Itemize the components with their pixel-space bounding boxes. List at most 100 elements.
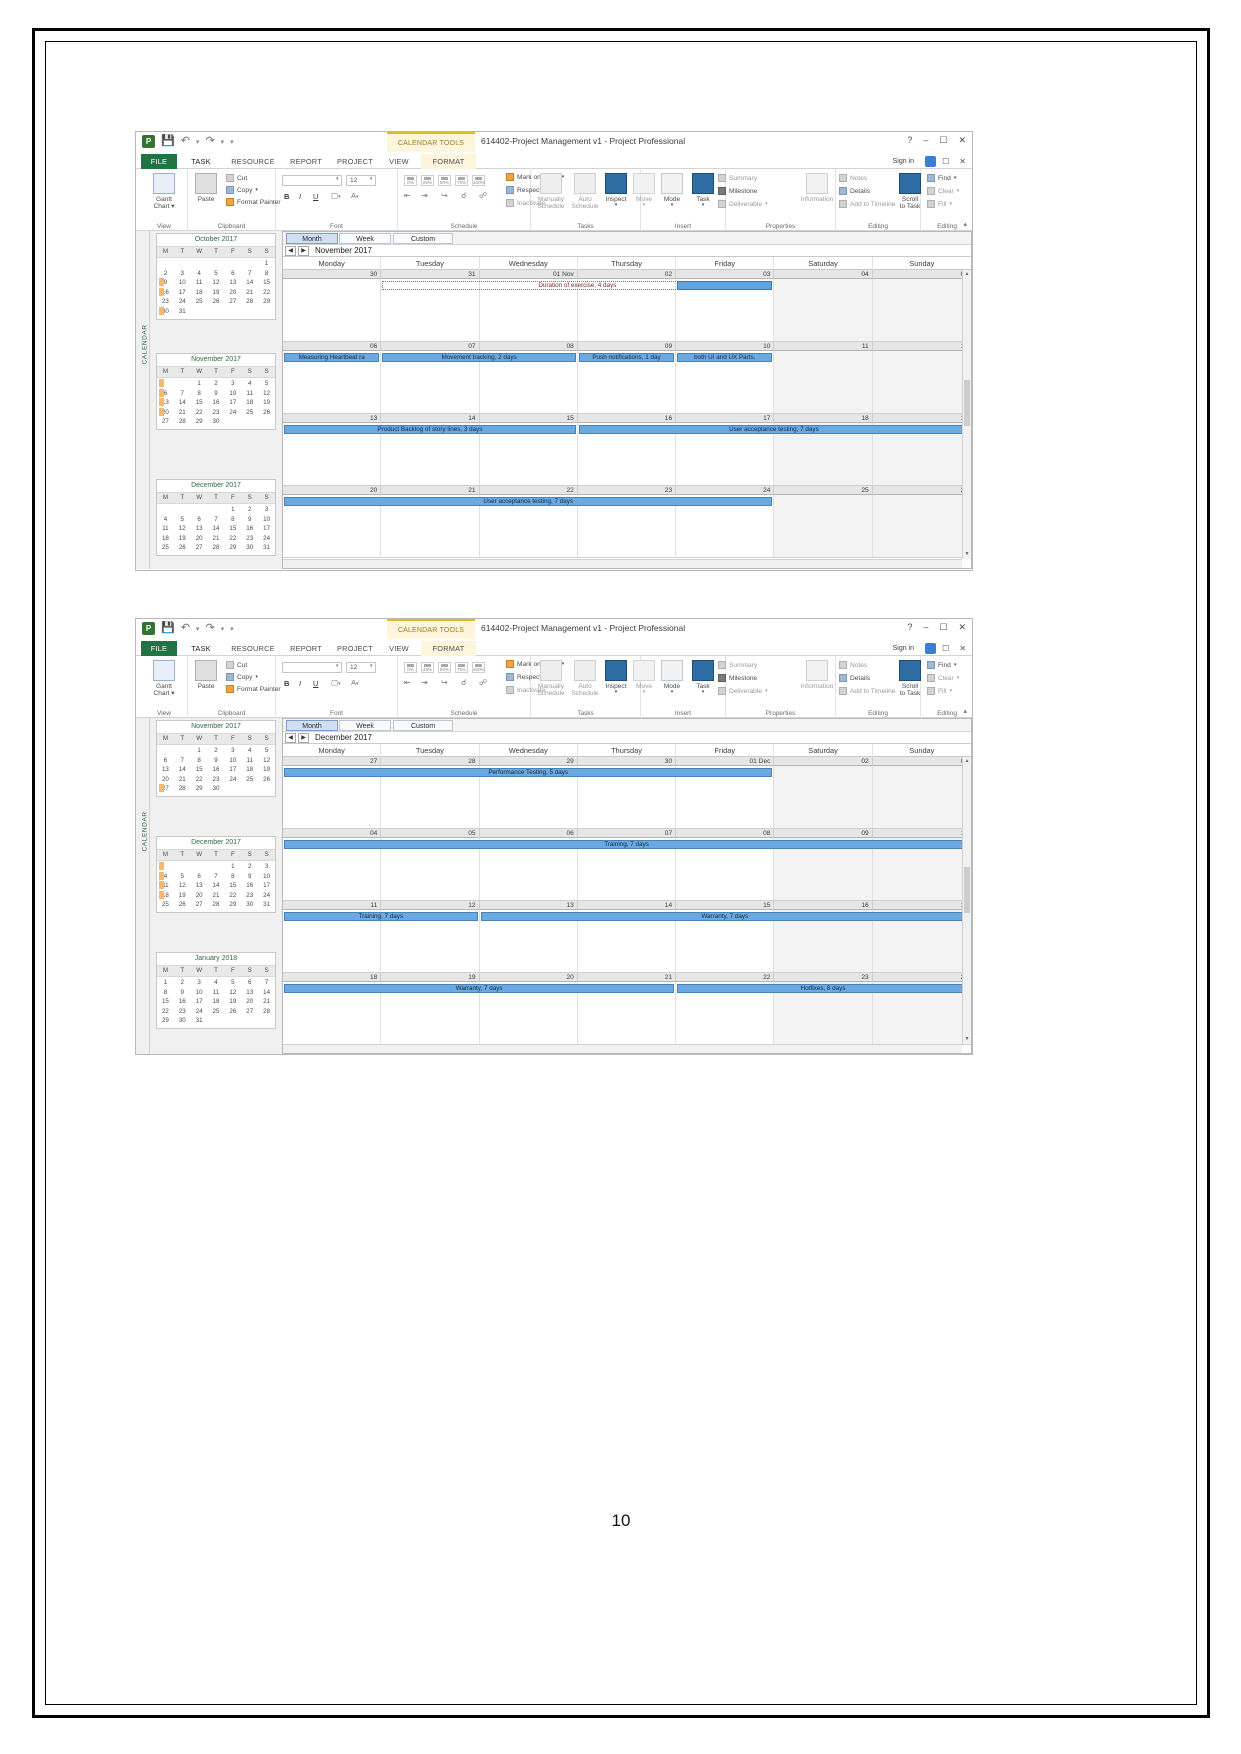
calendar-day-number[interactable]: 06 <box>283 342 382 351</box>
sign-in-label[interactable]: Sign in <box>893 154 914 169</box>
calendar-day-number[interactable]: 06 <box>480 829 578 838</box>
percent-complete-100-button[interactable]: 100% <box>472 175 485 186</box>
mini-calendar-day[interactable]: 9 <box>241 872 258 882</box>
ribbon-tab-row[interactable]: FILE TASK RESOURCE REPORT PROJECT VIEW FORMAT S… <box>136 154 972 169</box>
calendar-day-number[interactable]: 12 <box>873 342 971 351</box>
mini-calendar-day[interactable]: 8 <box>191 389 208 399</box>
mini-calendar-day[interactable]: 14 <box>208 881 225 891</box>
inspect-button[interactable]: Inspect ▾ <box>602 173 630 209</box>
mini-calendar-day[interactable]: 19 <box>258 398 275 408</box>
mini-calendar-day[interactable]: 7 <box>208 515 225 525</box>
mini-calendar-day[interactable]: 15 <box>157 997 174 1007</box>
quick-access-toolbar[interactable]: P 💾 ↶ ▾ ↷ ▾ ▾ <box>142 622 234 635</box>
mini-calendar-day[interactable]: 25 <box>208 1007 225 1017</box>
ribbon-tab-task[interactable]: TASK <box>181 641 221 656</box>
calendar-day-number[interactable]: 05 <box>381 829 480 838</box>
clear-button[interactable]: Clear ▾ <box>927 674 959 682</box>
mini-calendar-day[interactable] <box>157 259 174 269</box>
mini-calendar-day[interactable]: 30 <box>241 900 258 910</box>
mini-calendar-day[interactable]: 13 <box>241 988 258 998</box>
mini-calendar-day[interactable]: 6 <box>241 978 258 988</box>
mini-calendar-day[interactable]: 6 <box>224 269 241 279</box>
calendar-day-number[interactable]: 19 <box>381 973 480 982</box>
mini-calendar-day[interactable]: 7 <box>174 756 191 766</box>
calendar-nav-row[interactable]: ◀ ▶ December 2017 <box>283 732 971 744</box>
mini-calendar-day[interactable]: 3 <box>224 746 241 756</box>
summary-button[interactable]: Summary <box>718 174 757 182</box>
mini-calendar-day[interactable]: 8 <box>258 269 275 279</box>
calendar-day-number[interactable]: 24 <box>676 486 775 495</box>
customize-qat-icon[interactable]: ▾ <box>230 138 234 146</box>
percent-complete-0-button[interactable]: 0% <box>404 662 417 673</box>
mini-calendar-day[interactable] <box>241 784 258 794</box>
mini-calendar-day[interactable]: 1 <box>258 259 275 269</box>
calendar-day-number[interactable]: 23 <box>774 973 873 982</box>
customize-qat-icon[interactable]: ▾ <box>230 625 234 633</box>
mini-calendar-day[interactable]: 3 <box>224 379 241 389</box>
mini-calendar-day[interactable]: 21 <box>174 408 191 418</box>
mini-calendar-day[interactable]: 24 <box>191 1007 208 1017</box>
calendar-day-number[interactable]: 10 <box>873 829 971 838</box>
mini-calendar-day[interactable] <box>174 746 191 756</box>
calendar-view-custom-button[interactable]: Custom <box>393 720 453 731</box>
calendar-horizontal-scrollbar[interactable] <box>283 1044 962 1053</box>
paste-button[interactable]: Paste <box>192 173 220 203</box>
ribbon-tab-project[interactable]: PROJECT <box>332 154 378 169</box>
calendar-nav-row[interactable]: ◀ ▶ November 2017 <box>283 245 971 257</box>
mini-calendar-day[interactable] <box>191 307 208 317</box>
mode-button[interactable]: Mode ▾ <box>658 660 686 696</box>
mini-calendar-day[interactable]: 7 <box>258 978 275 988</box>
view-bar[interactable]: CALENDAR <box>136 231 150 569</box>
mini-calendar-day[interactable]: 27 <box>191 543 208 553</box>
ribbon-tab-report[interactable]: REPORT <box>286 641 326 656</box>
calendar-day-number[interactable]: 11 <box>774 342 873 351</box>
mini-calendar-day[interactable]: 2 <box>241 862 258 872</box>
mini-calendar-day[interactable]: 28 <box>174 417 191 427</box>
close-icon[interactable]: ✕ <box>958 135 966 146</box>
calendar-day-number[interactable]: 07 <box>578 829 677 838</box>
mini-calendar-day[interactable]: 5 <box>258 746 275 756</box>
minimize-icon[interactable]: – <box>923 622 928 633</box>
calendar-task-bar[interactable] <box>677 281 773 290</box>
calendar-task-bar[interactable]: Hotfixes, 8 days <box>677 984 969 993</box>
task-insert-button[interactable]: Task ▾ <box>690 660 716 696</box>
fill-color-icon[interactable]: ▢▾ <box>331 678 341 687</box>
scroll-down-icon[interactable]: ▼ <box>963 1035 971 1044</box>
mini-calendar-day[interactable]: 10 <box>191 988 208 998</box>
ribbon-tab-resource[interactable]: RESOURCE <box>228 641 278 656</box>
mini-calendar-day[interactable]: 15 <box>258 278 275 288</box>
calendar-day-number[interactable]: 07 <box>381 342 480 351</box>
unlink-tasks-icon[interactable]: ☍ <box>479 191 487 200</box>
calendar-day-number[interactable]: 15 <box>480 414 578 423</box>
calendar-task-bar[interactable]: Product Backlog of story lines, 3 days <box>284 425 576 434</box>
mini-calendar-day[interactable]: 21 <box>241 288 258 298</box>
mini-calendar-day[interactable]: 7 <box>241 269 258 279</box>
calendar-view-week-button[interactable]: Week <box>339 720 391 731</box>
scroll-to-task-button[interactable]: Scroll to Task <box>896 173 924 211</box>
font-size-dropdown-icon[interactable]: ▾ <box>370 176 373 182</box>
percent-complete-75-button[interactable]: 75% <box>455 175 468 186</box>
mini-calendar-day[interactable]: 14 <box>258 988 275 998</box>
next-month-button[interactable]: ▶ <box>298 732 309 743</box>
close-icon[interactable]: ✕ <box>958 622 966 633</box>
ribbon-close-icon[interactable]: ✕ <box>959 641 966 656</box>
sign-in-label[interactable]: Sign in <box>893 641 914 656</box>
mini-calendar-day[interactable] <box>241 1016 258 1026</box>
help-icon[interactable]: ? <box>907 135 912 146</box>
mini-calendar-day[interactable]: 19 <box>208 288 225 298</box>
mini-calendar-day[interactable]: 30 <box>241 543 258 553</box>
mini-calendar-day[interactable]: 4 <box>157 515 174 525</box>
mini-calendar-day[interactable] <box>224 784 241 794</box>
redo-icon[interactable]: ↷ <box>205 135 214 148</box>
calendar-day-number[interactable]: 13 <box>283 414 382 423</box>
mini-calendar-day[interactable] <box>174 379 191 389</box>
mini-calendar-day[interactable]: 29 <box>224 543 241 553</box>
mini-calendar-day[interactable]: 19 <box>258 765 275 775</box>
percent-complete-25-button[interactable]: 25% <box>421 662 434 673</box>
mini-calendar-day[interactable]: 21 <box>208 891 225 901</box>
mini-calendar-day[interactable]: 2 <box>208 379 225 389</box>
calendar-day-number[interactable]: 29 <box>480 757 578 766</box>
mini-calendar-day[interactable] <box>157 746 174 756</box>
calendar-day-number[interactable]: 14 <box>381 414 480 423</box>
milestone-button[interactable]: Milestone <box>718 674 757 682</box>
